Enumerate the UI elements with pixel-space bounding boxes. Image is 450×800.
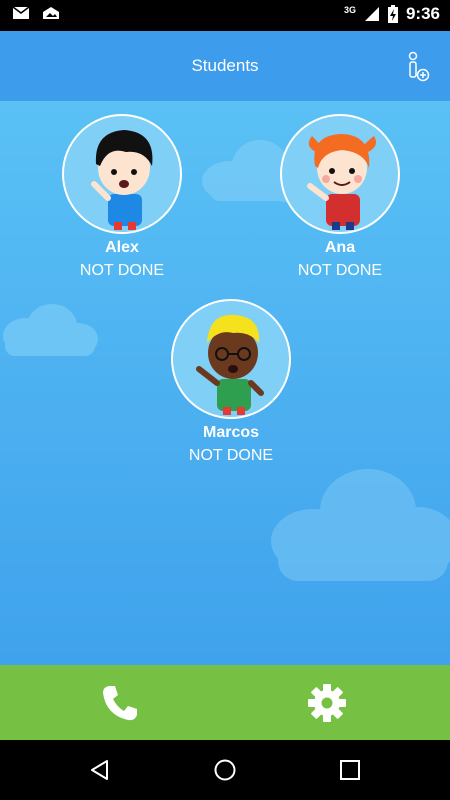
clock: 9:36 bbox=[405, 4, 440, 23]
image-icon bbox=[43, 7, 59, 19]
student-name: Ana bbox=[324, 239, 356, 256]
bottom-bar bbox=[0, 665, 450, 740]
signal-icon bbox=[364, 7, 379, 21]
status-bar: 3G 9:36 bbox=[0, 0, 450, 31]
battery-charging-icon bbox=[387, 5, 398, 23]
recents-icon[interactable] bbox=[338, 758, 362, 782]
student-avatar bbox=[62, 114, 182, 234]
network-type: 3G bbox=[343, 5, 356, 15]
cloud-decoration bbox=[3, 304, 98, 356]
student-status: NOT DONE bbox=[188, 447, 274, 464]
student-card[interactable]: Alex NOT DONE bbox=[37, 114, 207, 281]
student-name: Alex bbox=[105, 239, 139, 256]
student-card[interactable]: Marcos NOT DONE bbox=[146, 299, 316, 466]
back-icon[interactable] bbox=[88, 758, 112, 782]
girl-character-icon bbox=[307, 134, 376, 230]
student-status: NOT DONE bbox=[79, 262, 165, 279]
student-status: NOT DONE bbox=[297, 262, 383, 279]
student-card[interactable]: Ana NOT DONE bbox=[255, 114, 425, 281]
boy-character-icon bbox=[91, 130, 153, 230]
mail-icon bbox=[12, 6, 30, 19]
student-avatar bbox=[280, 114, 400, 234]
gear-icon[interactable] bbox=[307, 683, 347, 723]
add-user-icon[interactable] bbox=[404, 51, 432, 83]
students-area: Alex NOT DONE Ana NOT DONE Marcos NOT DO… bbox=[0, 101, 450, 665]
page-title: Students bbox=[191, 56, 259, 75]
boy-character-icon bbox=[196, 314, 264, 415]
student-avatar bbox=[171, 299, 291, 419]
student-name: Marcos bbox=[202, 424, 260, 441]
system-nav-bar bbox=[0, 740, 450, 800]
home-icon[interactable] bbox=[213, 758, 237, 782]
cloud-decoration bbox=[271, 469, 450, 581]
app-bar: Students bbox=[0, 31, 450, 101]
phone-icon[interactable] bbox=[100, 683, 140, 723]
